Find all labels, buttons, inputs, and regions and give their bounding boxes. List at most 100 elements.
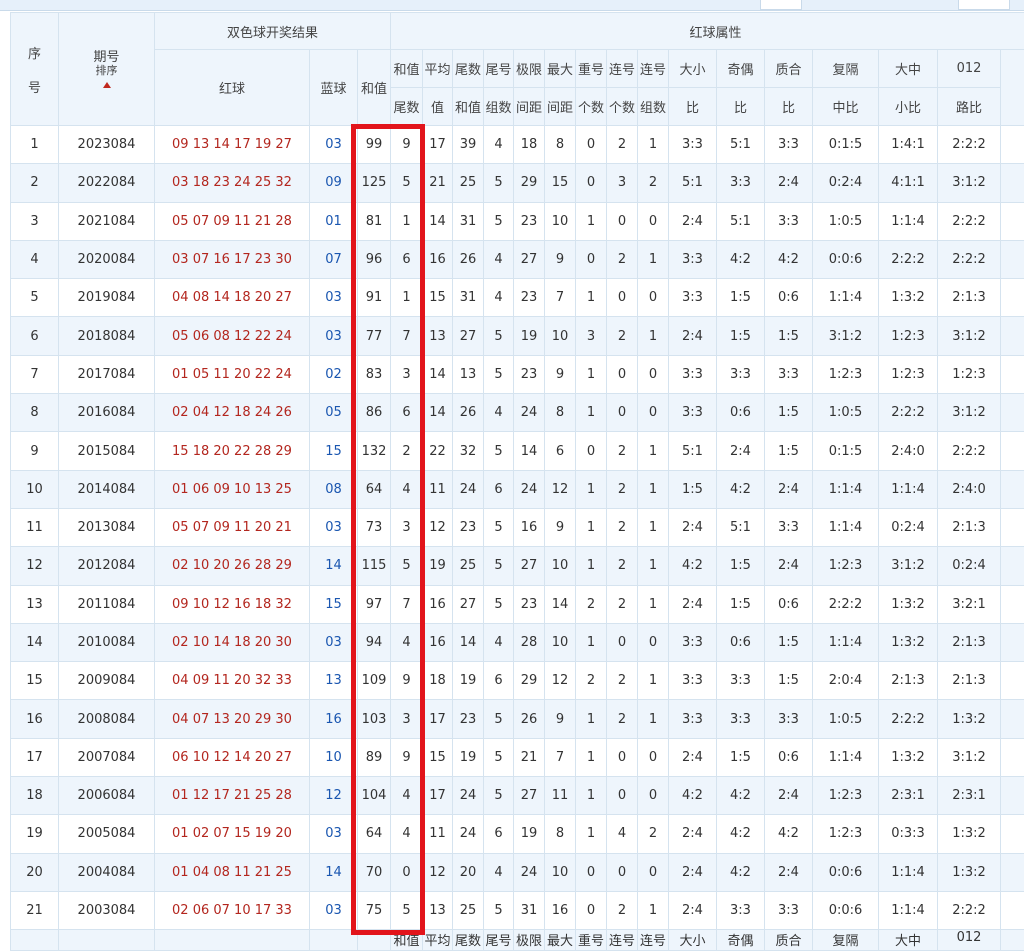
footer-cell: 尾号 (484, 930, 514, 951)
footer-cell (59, 930, 155, 951)
cell-range: 27 (514, 547, 545, 585)
cell-tail-groups: 5 (484, 777, 514, 815)
cell-repeat: 1 (576, 777, 607, 815)
cell-tail-groups: 5 (484, 891, 514, 929)
cell-issue: 2022084 (59, 164, 155, 202)
cell-sum: 70 (358, 853, 391, 891)
cell-consec-groups: 1 (638, 891, 669, 929)
cell-odd-even: 3:3 (717, 164, 765, 202)
cell-prime: 2:4 (765, 853, 813, 891)
cell-odd-even: 5:1 (717, 126, 765, 164)
cell-tail-sum: 26 (453, 394, 484, 432)
table-row: 5201908404 08 14 18 20 27039111531423710… (11, 279, 1024, 317)
cell-road: 1:3:2 (938, 853, 1001, 891)
cell-tail-sum: 31 (453, 279, 484, 317)
cell-red: 01 12 17 21 25 28 (155, 777, 310, 815)
header-repeat: 重号 (576, 50, 607, 88)
footer-cell: 复隔 (813, 930, 879, 951)
cell-road: 3:1:2 (938, 317, 1001, 355)
table-row: 14201008402 10 14 18 20 3003944161442810… (11, 623, 1024, 661)
cell-consec-count: 0 (607, 853, 638, 891)
cell-sum-tail: 6 (391, 240, 423, 278)
cell-prime: 4:2 (765, 240, 813, 278)
cell-max-gap: 7 (545, 279, 576, 317)
cell-zone: 1:1:4 (879, 470, 938, 508)
footer-cell: 平均 (423, 930, 453, 951)
cell-repeat: 0 (576, 164, 607, 202)
cell-range: 14 (514, 432, 545, 470)
cell-seq: 1 (11, 126, 59, 164)
sort-arrow-icon[interactable] (103, 82, 111, 88)
footer-cell: 重号 (576, 930, 607, 951)
header-consec-groups-2: 组数 (638, 88, 669, 126)
cell-consec-groups: 0 (638, 394, 669, 432)
cell-range: 27 (514, 777, 545, 815)
header-road-2: 路比 (938, 88, 1001, 126)
cell-extra (1001, 623, 1024, 661)
header-range-2: 间距 (514, 88, 545, 126)
sort-label[interactable]: 排序 (59, 65, 154, 77)
cell-sum: 125 (358, 164, 391, 202)
cell-repeat: 1 (576, 547, 607, 585)
cell-odd-even: 5:1 (717, 508, 765, 546)
cell-sum-tail: 7 (391, 317, 423, 355)
cell-avg: 17 (423, 700, 453, 738)
cell-odd-even: 3:3 (717, 355, 765, 393)
cell-road: 2:2:2 (938, 126, 1001, 164)
cell-big-small: 2:4 (669, 891, 717, 929)
top-tab[interactable] (760, 0, 802, 10)
header-consec-count: 连号 (607, 50, 638, 88)
cell-tail-groups: 4 (484, 279, 514, 317)
cell-max-gap: 11 (545, 777, 576, 815)
cell-consec-count: 0 (607, 623, 638, 661)
cell-sum: 91 (358, 279, 391, 317)
cell-prime: 0:6 (765, 738, 813, 776)
cell-sum: 83 (358, 355, 391, 393)
cell-issue: 2014084 (59, 470, 155, 508)
header-avg: 平均 (423, 50, 453, 88)
cell-max-gap: 12 (545, 662, 576, 700)
cell-zone: 1:1:4 (879, 891, 938, 929)
cell-consec-count: 2 (607, 585, 638, 623)
cell-extra (1001, 508, 1024, 546)
cell-zone: 2:4:0 (879, 432, 938, 470)
cell-blue: 13 (310, 662, 358, 700)
cell-road: 3:2:1 (938, 585, 1001, 623)
cell-blue: 03 (310, 623, 358, 661)
cell-repeat-gap: 1:1:4 (813, 738, 879, 776)
header-issue[interactable]: 期号 排序 (59, 13, 155, 126)
cell-avg: 12 (423, 853, 453, 891)
cell-road: 2:1:3 (938, 279, 1001, 317)
cell-issue: 2008084 (59, 700, 155, 738)
cell-prime: 1:5 (765, 394, 813, 432)
cell-repeat: 0 (576, 240, 607, 278)
cell-max-gap: 9 (545, 240, 576, 278)
cell-blue: 03 (310, 815, 358, 853)
cell-sum-tail: 9 (391, 662, 423, 700)
header-road: 012 (938, 50, 1001, 88)
cell-big-small: 5:1 (669, 164, 717, 202)
cell-range: 18 (514, 126, 545, 164)
cell-avg: 17 (423, 126, 453, 164)
cell-issue: 2017084 (59, 355, 155, 393)
cell-red: 02 10 14 18 20 30 (155, 623, 310, 661)
cell-extra (1001, 279, 1024, 317)
cell-odd-even: 3:3 (717, 700, 765, 738)
cell-issue: 2005084 (59, 815, 155, 853)
cell-big-small: 1:5 (669, 470, 717, 508)
header-issue-label: 期号 (93, 50, 119, 65)
cell-consec-groups: 0 (638, 738, 669, 776)
top-tab[interactable] (958, 0, 1010, 10)
cell-seq: 14 (11, 623, 59, 661)
cell-range: 19 (514, 317, 545, 355)
cell-seq: 10 (11, 470, 59, 508)
header-sum-tail: 和值 (391, 50, 423, 88)
cell-avg: 13 (423, 317, 453, 355)
cell-odd-even: 4:2 (717, 240, 765, 278)
cell-repeat: 1 (576, 202, 607, 240)
cell-zone: 4:1:1 (879, 164, 938, 202)
header-seq-line2: 号 (28, 81, 41, 96)
cell-blue: 14 (310, 547, 358, 585)
cell-tail-sum: 19 (453, 662, 484, 700)
cell-consec-count: 2 (607, 547, 638, 585)
